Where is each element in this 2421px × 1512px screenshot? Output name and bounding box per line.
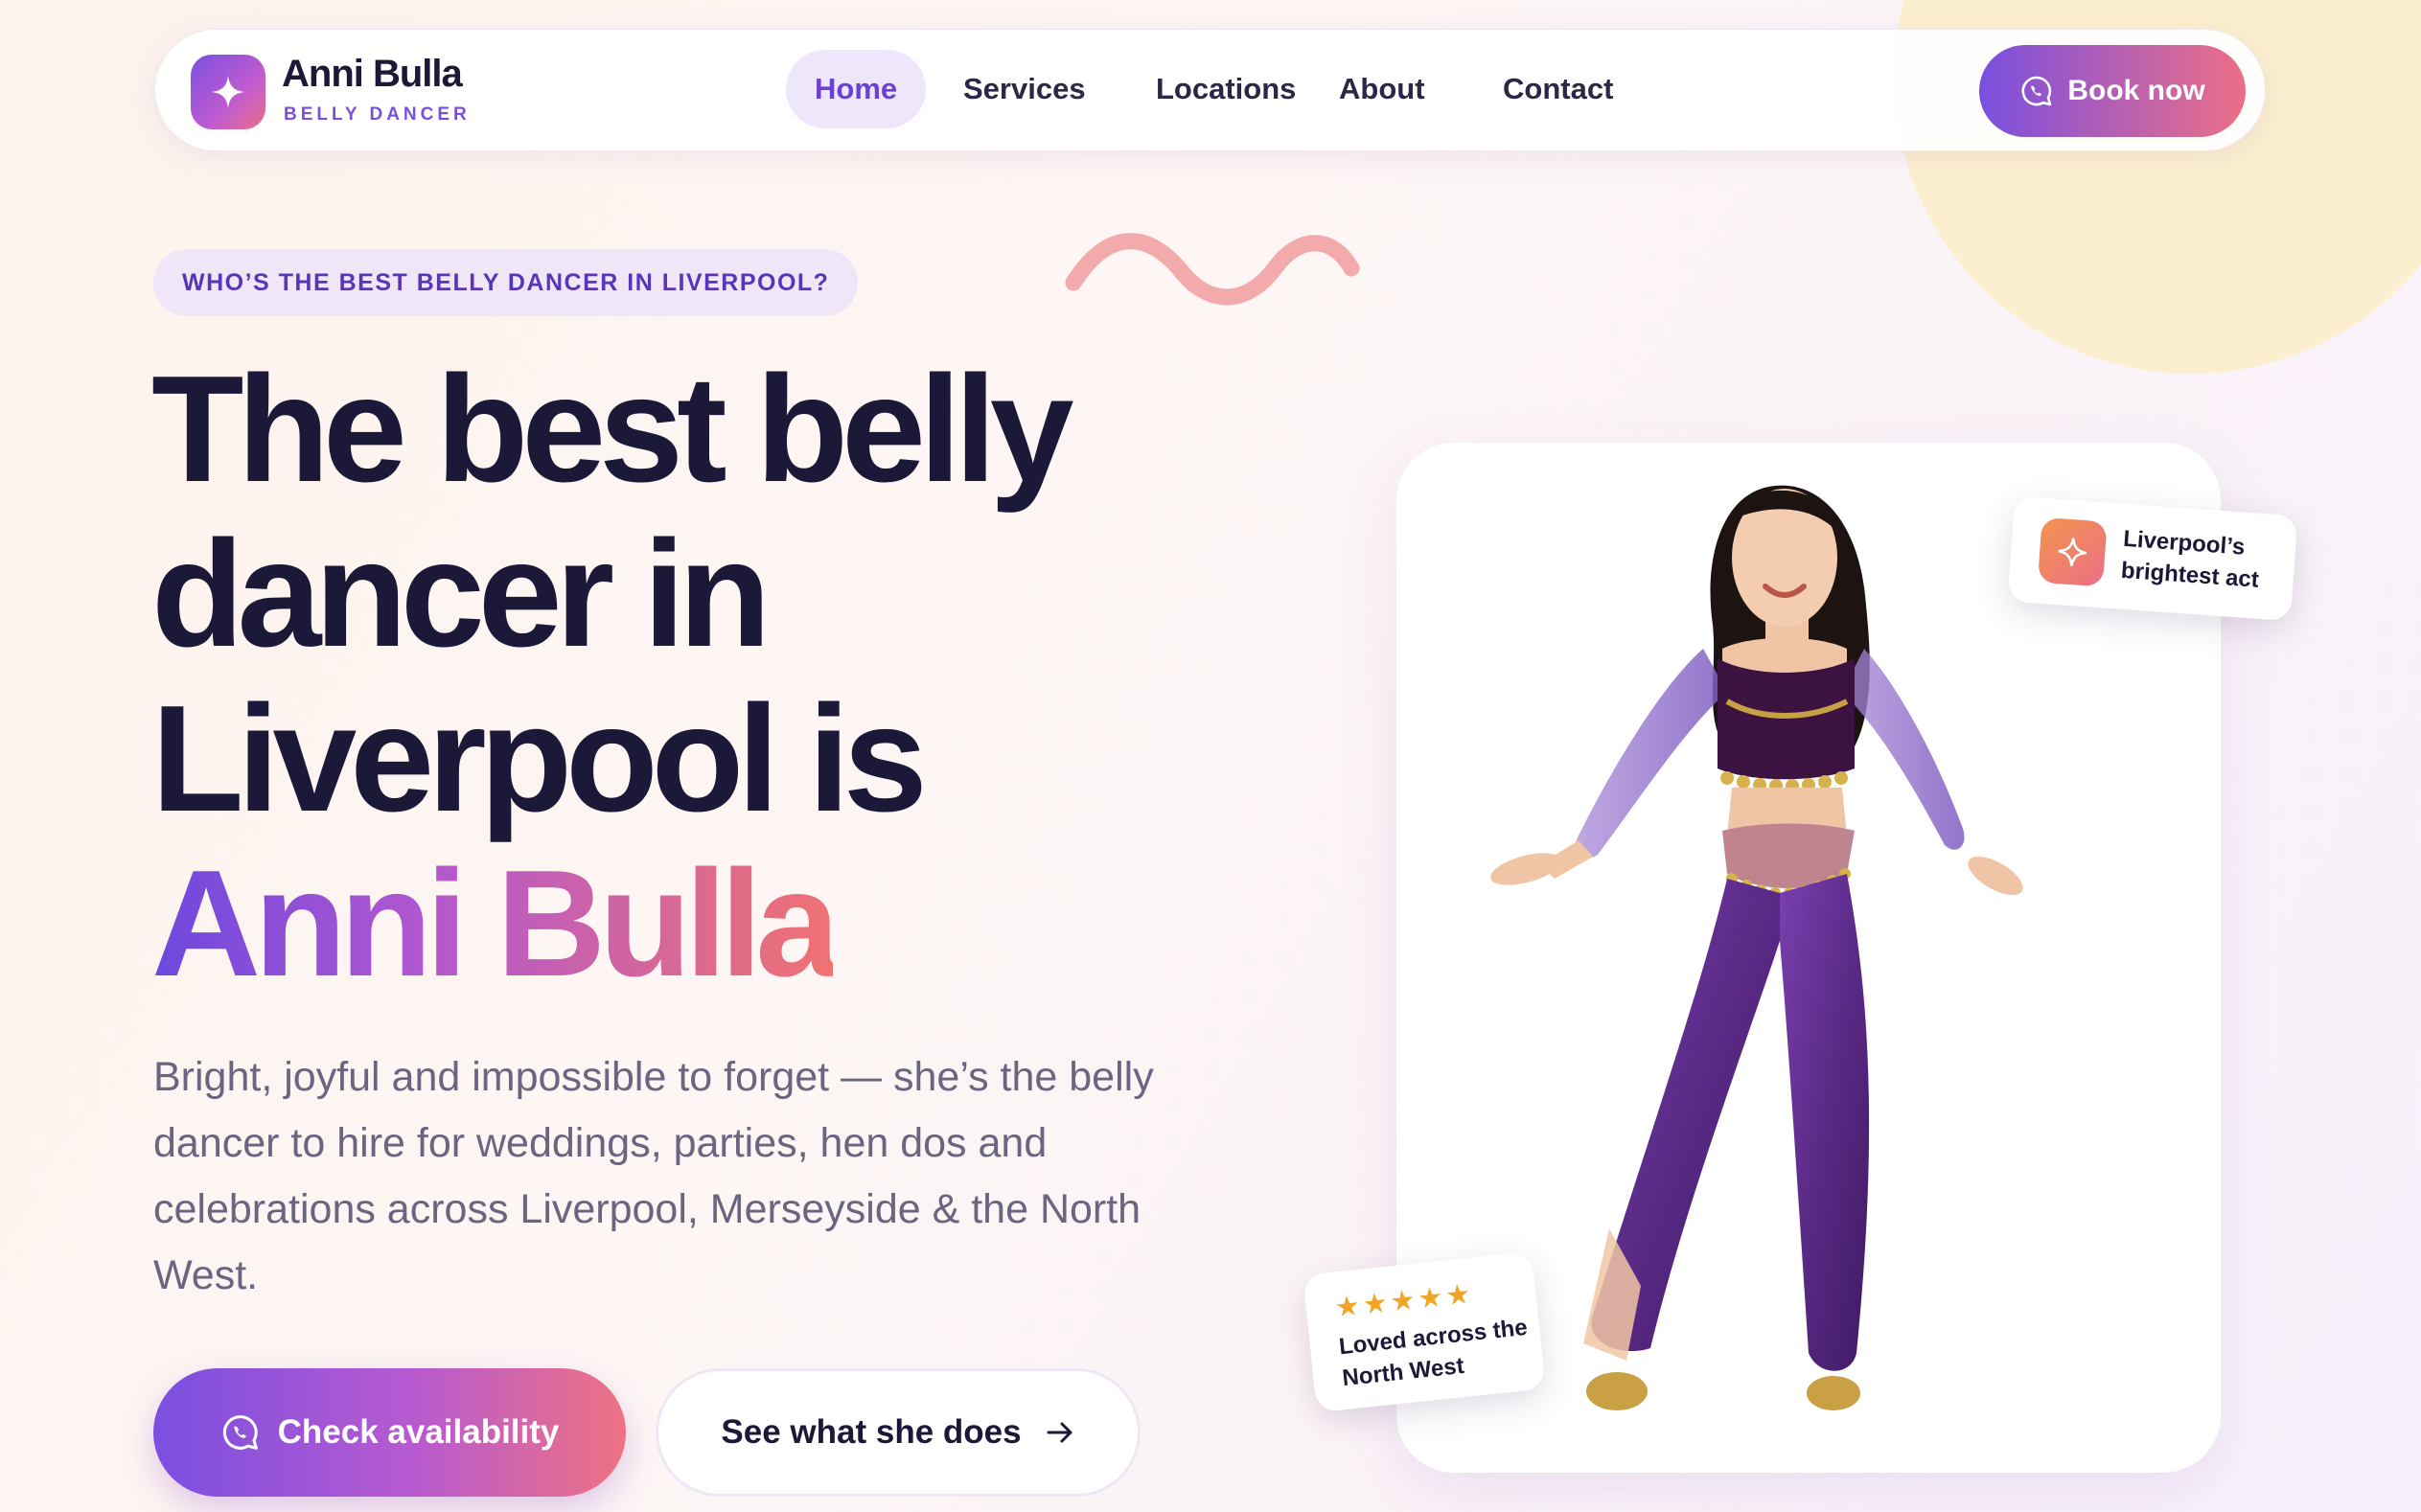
book-now-button[interactable]: Book now [1979,45,2246,137]
top-navigation: Anni Bulla BELLY DANCER Home Services Lo… [154,29,2266,151]
rating-badge: ★★★★★ Loved across the North West [1303,1250,1546,1413]
see-what-she-does-button[interactable]: See what she does [656,1368,1141,1497]
nav-link-contact[interactable]: Contact [1474,50,1642,128]
hero-description: Bright, joyful and impossible to forget … [153,1054,1154,1298]
brand-name[interactable]: Anni Bulla [282,53,463,96]
headline-line-3: Liverpool is [151,675,928,843]
headline-line-1: The best belly [151,345,1074,514]
brightest-act-text: Liverpool’s brightest act [2120,525,2260,593]
brand-tagline: BELLY DANCER [284,104,471,125]
logo[interactable] [191,55,265,129]
arrow-right-icon [1047,1422,1072,1443]
star-rating-icon: ★★★★★ [1333,1278,1475,1324]
hero-headline: The best belly dancer in Liverpool is An… [151,347,1206,1006]
brightest-act-badge: Liverpool’s brightest act [2007,495,2298,622]
book-now-label: Book now [2067,75,2205,106]
nav-link-locations[interactable]: Locations [1127,50,1325,128]
squiggle-decoration [1065,233,1360,306]
see-what-she-does-label: See what she does [721,1413,1022,1451]
hero-eyebrow-tag: WHO’S THE BEST BELLY DANCER IN LIVERPOOL… [153,249,859,316]
nav-link-home[interactable]: Home [786,50,927,128]
check-availability-label: Check availability [277,1413,560,1451]
headline-highlight-name: Anni Bulla [151,839,840,1008]
badge-sparkle-box [2037,516,2108,587]
nav-link-services[interactable]: Services [934,50,1115,128]
rating-text: Loved across the North West [1337,1314,1529,1392]
whatsapp-icon [2021,76,2052,106]
nav-link-about[interactable]: About [1310,50,1454,128]
sparkle-icon [2058,538,2087,566]
whatsapp-icon [222,1415,258,1450]
headline-line-2: dancer in [151,510,771,678]
sparkle-icon [212,76,244,108]
check-availability-button[interactable]: Check availability [153,1368,626,1497]
